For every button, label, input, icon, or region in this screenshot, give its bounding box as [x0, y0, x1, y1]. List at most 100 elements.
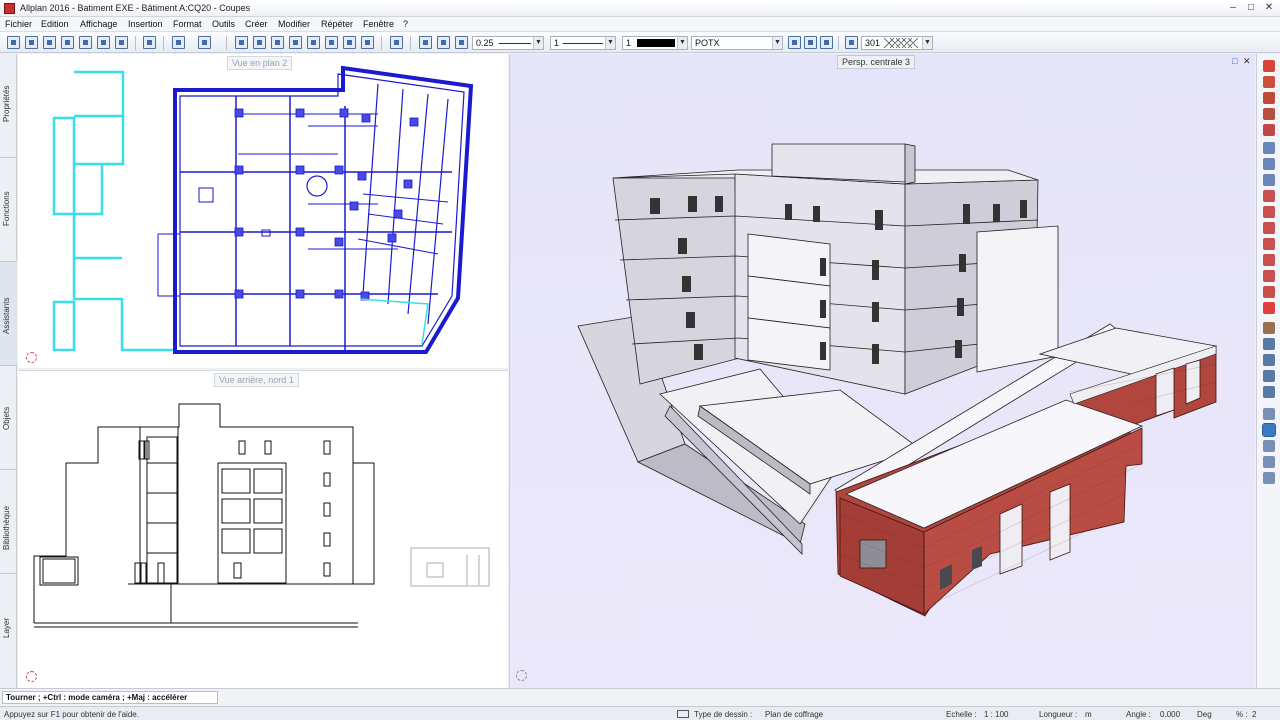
pen-thickness-select[interactable]: 0.25 ▼	[472, 36, 544, 50]
chevron-down-icon: ▼	[677, 37, 687, 49]
layer-value: POTX	[695, 38, 720, 48]
format-painter-icon[interactable]	[419, 36, 432, 49]
scale-icon[interactable]	[1263, 222, 1275, 234]
color-swatch	[637, 39, 675, 47]
pipette-icon[interactable]	[455, 36, 468, 49]
delete-icon[interactable]	[289, 36, 302, 49]
menu-help[interactable]: ?	[403, 19, 408, 29]
color-select[interactable]: 1 ▼	[622, 36, 688, 50]
building-3d-model	[577, 143, 1218, 617]
print-icon[interactable]	[97, 36, 110, 49]
cut-icon[interactable]	[235, 36, 248, 49]
layout-icon[interactable]	[43, 36, 56, 49]
menu-creer[interactable]: Créer	[245, 19, 268, 29]
properties-icon[interactable]	[1263, 286, 1275, 298]
angle-unit[interactable]: Deg	[1197, 710, 1212, 719]
move-icon[interactable]	[1263, 190, 1275, 202]
layer-select[interactable]: POTX ▼	[691, 36, 783, 50]
title-bar: Allplan 2016 - Batiment EXE - Bâtiment A…	[0, 0, 1280, 17]
offset-icon[interactable]	[1263, 238, 1275, 250]
filter-icon[interactable]	[1263, 456, 1275, 468]
menu-fenetre[interactable]: Fenêtre	[363, 19, 394, 29]
tab-fonctions[interactable]: Fonctions	[0, 158, 17, 262]
pencil-icon[interactable]	[1263, 322, 1275, 334]
tab-proprietes[interactable]: Propriétés	[0, 54, 17, 158]
modify-icon[interactable]	[1263, 108, 1275, 120]
layer-visibility-icon[interactable]	[804, 36, 817, 49]
screenshot-icon[interactable]	[143, 36, 156, 49]
menu-edition[interactable]: Edition	[41, 19, 69, 29]
perspective-viewport[interactable]: Persp. centrale 3 □ ✕	[509, 54, 1255, 688]
tab-layer[interactable]: Layer	[0, 574, 17, 688]
menu-insertion[interactable]: Insertion	[128, 19, 163, 29]
drawing-type-label: Type de dessin :	[694, 710, 753, 719]
line-type-select[interactable]: 1 ▼	[550, 36, 616, 50]
view-3d-icon[interactable]	[1262, 423, 1276, 437]
tab-objets[interactable]: Objets	[0, 366, 17, 470]
menu-format[interactable]: Format	[173, 19, 202, 29]
hatch-value: 301	[865, 38, 881, 48]
length-unit[interactable]: m	[1085, 710, 1092, 719]
navigation-icon[interactable]	[516, 670, 527, 681]
copy-mirror-icon[interactable]	[1263, 158, 1275, 170]
layer-tools-icon[interactable]	[788, 36, 801, 49]
menu-modifier[interactable]: Modifier	[278, 19, 310, 29]
sum-icon[interactable]	[1263, 440, 1275, 452]
tab-bibliotheque[interactable]: Bibliothèque	[0, 470, 17, 574]
layer-lock-icon[interactable]	[820, 36, 833, 49]
close-button[interactable]: ✕	[1262, 1, 1276, 15]
elevation-viewport[interactable]: Vue arrière, nord 1	[18, 370, 508, 688]
angle-value[interactable]: 0.000	[1160, 710, 1180, 719]
command-prompt[interactable]: Tourner ; +Ctrl : mode caméra ; +Maj : a…	[2, 691, 218, 704]
percent-label: % :	[1236, 710, 1248, 719]
hatch-tool-icon[interactable]	[845, 36, 858, 49]
scale-value[interactable]: 1 : 100	[984, 710, 1008, 719]
navigation-icon[interactable]	[26, 352, 37, 363]
open-file-icon[interactable]	[61, 36, 74, 49]
print-preview-icon[interactable]	[115, 36, 128, 49]
zoom-icon[interactable]	[390, 36, 403, 49]
stretch-icon[interactable]	[1263, 206, 1275, 218]
hatch-select[interactable]: 301 ▼	[861, 36, 933, 50]
3d-view-icon[interactable]	[361, 36, 374, 49]
trim-icon[interactable]	[1263, 124, 1275, 136]
select-filter-icon[interactable]	[1263, 408, 1275, 420]
layer-filter-icon[interactable]	[1263, 338, 1275, 350]
eraser-icon[interactable]	[1263, 60, 1275, 72]
filter-reset-icon[interactable]	[1263, 472, 1275, 484]
group-icon[interactable]	[1263, 386, 1275, 398]
edit-point-icon[interactable]	[1263, 92, 1275, 104]
menu-repeter[interactable]: Répéter	[321, 19, 353, 29]
convert-icon[interactable]	[1263, 370, 1275, 382]
maximize-button[interactable]: □	[1244, 1, 1258, 15]
array-icon[interactable]	[1263, 254, 1275, 266]
tab-assistants[interactable]: Assistants	[0, 262, 17, 366]
plan-viewport[interactable]: Vue en plan 2	[18, 54, 508, 368]
menu-fichier[interactable]: Fichier	[5, 19, 32, 29]
paste-icon[interactable]	[271, 36, 284, 49]
rotate-icon[interactable]	[1263, 174, 1275, 186]
percent-value[interactable]: 2	[1252, 710, 1256, 719]
redraw-icon[interactable]	[307, 36, 320, 49]
zoom-all-icon[interactable]	[343, 36, 356, 49]
join-icon[interactable]	[1263, 270, 1275, 282]
new-file-icon[interactable]	[7, 36, 20, 49]
redo-icon[interactable]	[198, 36, 211, 49]
pen-thickness-value: 0.25	[476, 38, 494, 48]
zoom-window-icon[interactable]	[325, 36, 338, 49]
menu-affichage[interactable]: Affichage	[80, 19, 117, 29]
menu-outils[interactable]: Outils	[212, 19, 235, 29]
edit-line-icon[interactable]	[1263, 76, 1275, 88]
drawing-type-value[interactable]: Plan de coffrage	[765, 710, 823, 719]
delete-x-icon[interactable]	[1263, 302, 1275, 314]
navigation-icon[interactable]	[26, 671, 37, 682]
copy-icon[interactable]	[253, 36, 266, 49]
open-project-icon[interactable]	[25, 36, 38, 49]
mirror-icon[interactable]	[1263, 142, 1275, 154]
undo-icon[interactable]	[172, 36, 185, 49]
match-properties-icon[interactable]	[1263, 354, 1275, 366]
minimize-button[interactable]: –	[1226, 1, 1240, 15]
pen-icon[interactable]	[437, 36, 450, 49]
toolbar-separator	[838, 36, 839, 50]
save-icon[interactable]	[79, 36, 92, 49]
